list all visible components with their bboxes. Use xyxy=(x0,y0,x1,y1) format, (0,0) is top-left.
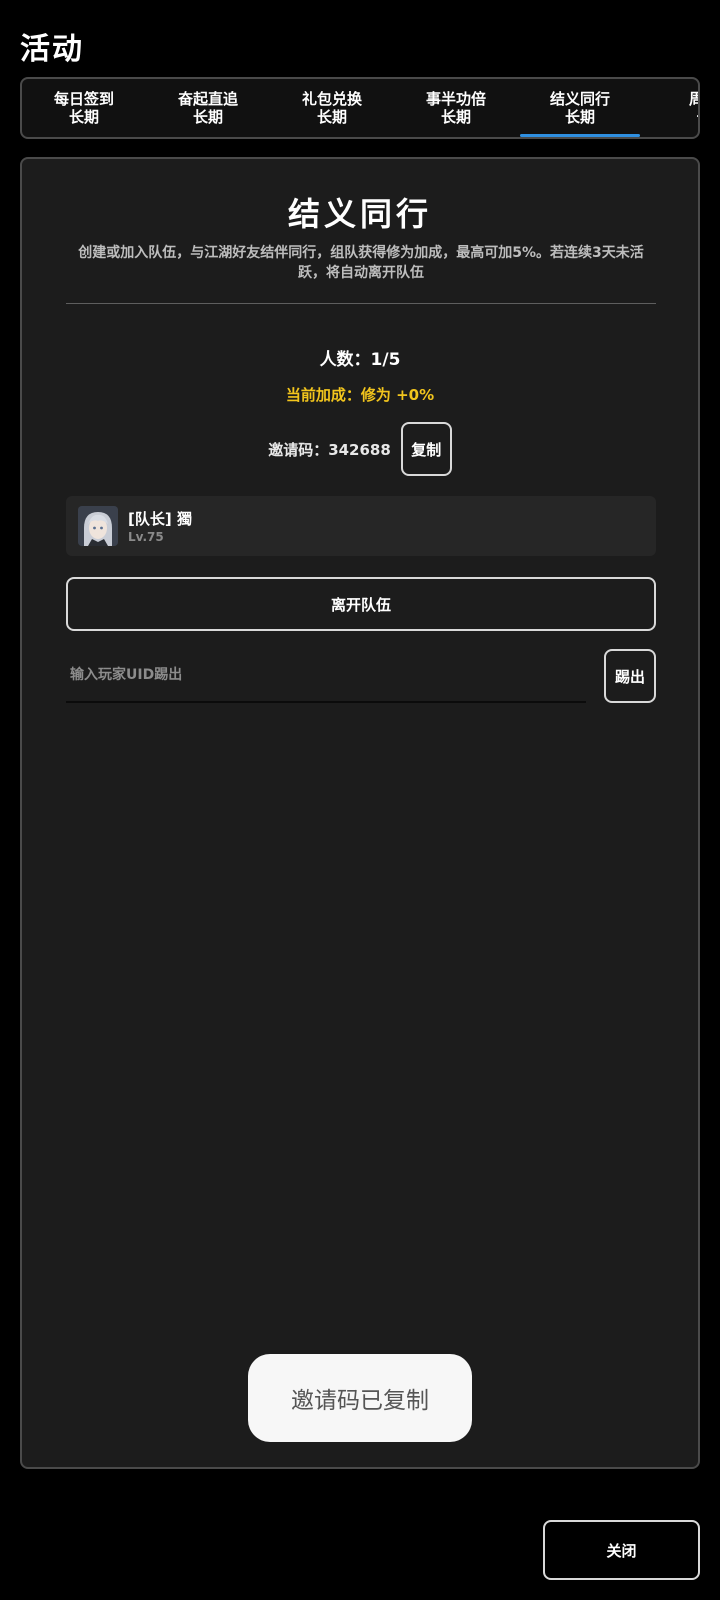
character-avatar-icon xyxy=(78,506,118,546)
activity-tab-bar: 每日签到 长期 奋起直追 长期 礼包兑换 长期 事半功倍 长期 结义同行 长期 … xyxy=(20,77,700,139)
members-count: 人数：1/5 xyxy=(319,350,401,370)
tab-double-effect[interactable]: 事半功倍 长期 xyxy=(394,79,518,137)
tab-sublabel: 长期 xyxy=(316,108,347,126)
close-button[interactable]: 关闭 xyxy=(543,1520,700,1580)
kick-uid-input[interactable] xyxy=(66,649,586,701)
tab-weekly[interactable]: 周常 长 xyxy=(642,79,698,137)
tab-catch-up[interactable]: 奋起直追 长期 xyxy=(146,79,270,137)
member-role: [队长] xyxy=(128,510,172,528)
kick-button[interactable]: 踢出 xyxy=(604,649,656,703)
team-panel: 结义同行 创建或加入队伍，与江湖好友结伴同行，组队获得修为加成，最高可加5%。若… xyxy=(20,157,700,1469)
tab-label: 结义同行 xyxy=(549,90,610,108)
current-bonus: 当前加成：修为 +0% xyxy=(285,386,435,404)
tab-sublabel: 长期 xyxy=(68,108,99,126)
toast-message: 邀请码已复制 xyxy=(248,1354,472,1442)
tab-label: 礼包兑换 xyxy=(301,90,362,108)
tab-sublabel: 长期 xyxy=(564,108,595,126)
active-tab-indicator xyxy=(520,134,640,137)
invite-code-row: 邀请码：342688 复制 xyxy=(22,422,698,476)
page-title: 活动 xyxy=(20,32,84,67)
member-level: Lv.75 xyxy=(128,530,164,544)
tab-sublabel: 长期 xyxy=(440,108,471,126)
activity-screen: 活动 每日签到 长期 奋起直追 长期 礼包兑换 长期 事半功倍 长期 结义同行 … xyxy=(0,0,720,1600)
tab-daily-signin[interactable]: 每日签到 长期 xyxy=(22,79,146,137)
tab-team-up[interactable]: 结义同行 长期 xyxy=(518,79,642,137)
tab-sublabel: 长 xyxy=(696,108,698,126)
tab-sublabel: 长期 xyxy=(192,108,223,126)
invite-code: 邀请码：342688 xyxy=(268,440,391,459)
panel-title: 结义同行 xyxy=(287,195,432,233)
leave-team-button[interactable]: 离开队伍 xyxy=(66,577,656,631)
member-card: [队长] 獨 Lv.75 xyxy=(66,496,656,556)
tab-gift-redeem[interactable]: 礼包兑换 长期 xyxy=(270,79,394,137)
tab-list: 每日签到 长期 奋起直追 长期 礼包兑换 长期 事半功倍 长期 结义同行 长期 … xyxy=(22,79,698,137)
copy-button[interactable]: 复制 xyxy=(400,422,452,476)
tab-label: 奋起直追 xyxy=(177,90,238,108)
member-name: 獨 xyxy=(176,510,192,528)
kick-input-wrapper xyxy=(66,649,586,703)
tab-label: 每日签到 xyxy=(53,90,114,108)
member-name-line: [队长] 獨 xyxy=(128,508,192,529)
tab-label: 事半功倍 xyxy=(425,90,486,108)
panel-description: 创建或加入队伍，与江湖好友结伴同行，组队获得修为加成，最高可加5%。若连续3天未… xyxy=(78,245,644,281)
divider xyxy=(66,303,656,304)
tab-label: 周常 xyxy=(689,90,698,108)
